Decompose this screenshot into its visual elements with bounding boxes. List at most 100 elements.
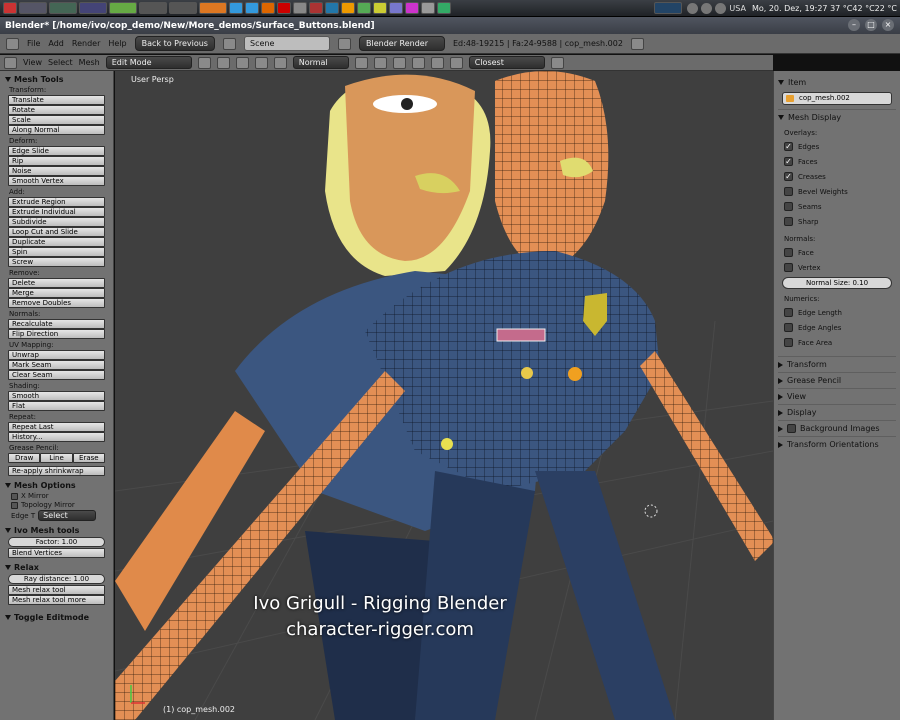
edge-select-icon[interactable] — [373, 56, 387, 69]
close-icon[interactable]: × — [882, 19, 894, 31]
os-app-icon[interactable] — [3, 2, 17, 14]
os-app-icon[interactable] — [109, 2, 137, 14]
face-area-checkbox[interactable]: Face Area — [784, 335, 896, 350]
noise-button[interactable]: Noise — [8, 166, 105, 176]
os-app-icon[interactable] — [421, 2, 435, 14]
os-app-icon[interactable] — [277, 2, 291, 14]
overlay-sharp-checkbox[interactable]: Sharp — [784, 214, 896, 229]
merge-button[interactable]: Merge — [8, 288, 105, 298]
overlay-seams-checkbox[interactable]: Seams — [784, 199, 896, 214]
ray-distance-slider[interactable]: Ray distance: 1.00 — [8, 574, 105, 584]
grease-draw-button[interactable]: Draw — [8, 453, 41, 463]
tray-icon[interactable] — [715, 2, 727, 14]
overlay-bevel-weights-checkbox[interactable]: Bevel Weights — [784, 184, 896, 199]
rotate-button[interactable]: Rotate — [8, 105, 105, 115]
os-app-icon[interactable] — [245, 2, 259, 14]
menu-mesh[interactable]: Mesh — [79, 58, 100, 67]
snap-icon[interactable] — [449, 56, 463, 69]
flip-direction-button[interactable]: Flip Direction — [8, 329, 105, 339]
object-name-field[interactable]: cop_mesh.002 — [782, 92, 892, 105]
menu-help[interactable]: Help — [108, 39, 126, 48]
overlay-creases-checkbox[interactable]: ✓ Creases — [784, 169, 896, 184]
ivo-mesh-tools-panel-header[interactable]: Ivo Mesh tools — [5, 526, 110, 535]
delete-button[interactable]: Delete — [8, 278, 105, 288]
grease-pencil-panel-header[interactable]: Grease Pencil — [778, 372, 896, 388]
topology-mirror-checkbox[interactable]: Topology Mirror — [11, 501, 110, 509]
normals-face-checkbox[interactable]: Face — [784, 245, 896, 260]
os-app-icon[interactable] — [437, 2, 451, 14]
mesh-display-panel-header[interactable]: Mesh Display — [778, 109, 896, 125]
os-app-icon[interactable] — [293, 2, 307, 14]
reapply-shrinkwrap-button[interactable]: Re-apply shrinkwrap — [8, 466, 105, 476]
os-app-icon[interactable] — [79, 2, 107, 14]
transform-orientations-panel-header[interactable]: Transform Orientations — [778, 436, 896, 452]
translate-manip-icon[interactable] — [254, 56, 268, 69]
maximize-icon[interactable]: □ — [865, 19, 877, 31]
smooth-button[interactable]: Smooth — [8, 391, 105, 401]
toggle-editmode-panel-header[interactable]: Toggle Editmode — [5, 613, 110, 622]
editor-type-icon[interactable] — [6, 37, 19, 50]
clear-seam-button[interactable]: Clear Seam — [8, 370, 105, 380]
checkbox-icon[interactable] — [787, 424, 796, 433]
edge-slide-button[interactable]: Edge Slide — [8, 146, 105, 156]
overlay-edges-checkbox[interactable]: ✓ Edges — [784, 139, 896, 154]
remove-doubles-button[interactable]: Remove Doubles — [8, 298, 105, 308]
duplicate-button[interactable]: Duplicate — [8, 237, 105, 247]
background-images-panel-header[interactable]: Background Images — [778, 420, 896, 436]
mesh-relax-tool-more-button[interactable]: Mesh relax tool more — [8, 595, 105, 605]
loop-cut-button[interactable]: Loop Cut and Slide — [8, 227, 105, 237]
extrude-region-button[interactable]: Extrude Region — [8, 197, 105, 207]
flat-button[interactable]: Flat — [8, 401, 105, 411]
snap-target-dropdown[interactable]: Closest — [468, 56, 545, 69]
history-button[interactable]: History... — [8, 432, 105, 442]
grease-erase-button[interactable]: Erase — [72, 453, 105, 463]
scene-field[interactable]: Scene — [243, 36, 330, 51]
smooth-vertex-button[interactable]: Smooth Vertex — [8, 176, 105, 186]
display-panel-header[interactable]: Display — [778, 404, 896, 420]
os-app-icon[interactable] — [261, 2, 275, 14]
os-app-icon[interactable] — [389, 2, 403, 14]
menu-select[interactable]: Select — [48, 58, 73, 67]
recalculate-button[interactable]: Recalculate — [8, 319, 105, 329]
os-app-icon[interactable] — [229, 2, 243, 14]
mesh-tools-panel-header[interactable]: Mesh Tools — [5, 75, 110, 84]
occlude-icon[interactable] — [411, 56, 425, 69]
scale-button[interactable]: Scale — [8, 115, 105, 125]
render-engine-dropdown[interactable]: Blender Render — [358, 36, 445, 51]
tray-icon[interactable] — [687, 2, 699, 14]
x-mirror-checkbox[interactable]: X Mirror — [11, 492, 110, 500]
subdivide-button[interactable]: Subdivide — [8, 217, 105, 227]
orientation-dropdown[interactable]: Normal — [292, 56, 349, 69]
overlay-faces-checkbox[interactable]: ✓ Faces — [784, 154, 896, 169]
menu-view[interactable]: View — [23, 58, 42, 67]
face-select-icon[interactable] — [392, 56, 406, 69]
os-app-icon[interactable] — [341, 2, 355, 14]
edge-length-checkbox[interactable]: Edge Length — [784, 305, 896, 320]
proportional-edit-icon[interactable] — [430, 56, 444, 69]
os-app-icon[interactable] — [309, 2, 323, 14]
os-app-icon[interactable] — [19, 2, 47, 14]
pivot-icon[interactable] — [216, 56, 230, 69]
keyboard-layout[interactable]: USA — [729, 4, 746, 13]
menu-add[interactable]: Add — [48, 39, 64, 48]
spin-button[interactable]: Spin — [8, 247, 105, 257]
mesh-relax-tool-button[interactable]: Mesh relax tool — [8, 585, 105, 595]
extrude-individual-button[interactable]: Extrude Individual — [8, 207, 105, 217]
factor-slider[interactable]: Factor: 1.00 — [8, 537, 105, 547]
grease-line-button[interactable]: Line — [40, 453, 73, 463]
os-app-icon[interactable] — [325, 2, 339, 14]
minimize-icon[interactable]: – — [848, 19, 860, 31]
editor-type-icon[interactable] — [4, 56, 17, 69]
back-to-previous-button[interactable]: Back to Previous — [134, 36, 215, 51]
manipulator-icon[interactable] — [235, 56, 249, 69]
os-app-icon[interactable] — [139, 2, 167, 14]
menu-file[interactable]: File — [27, 39, 40, 48]
viewport-shading-icon[interactable] — [197, 56, 211, 69]
os-app-icon[interactable] — [373, 2, 387, 14]
along-normal-button[interactable]: Along Normal — [8, 125, 105, 135]
transform-panel-header[interactable]: Transform — [778, 356, 896, 372]
rip-button[interactable]: Rip — [8, 156, 105, 166]
normal-size-slider[interactable]: Normal Size: 0.10 — [782, 277, 892, 289]
relax-panel-header[interactable]: Relax — [5, 563, 110, 572]
blend-vertices-button[interactable]: Blend Vertices — [8, 548, 105, 558]
